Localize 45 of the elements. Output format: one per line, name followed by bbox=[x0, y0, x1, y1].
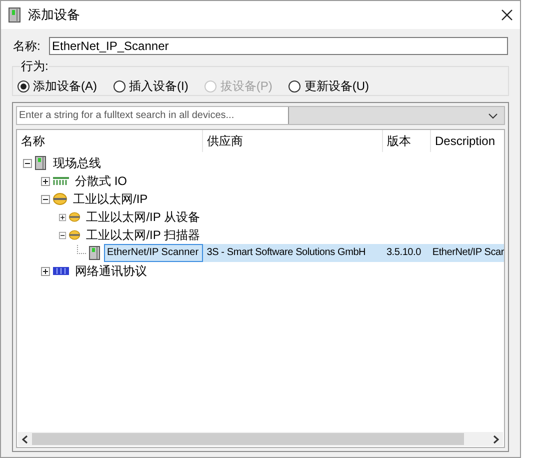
column-header[interactable]: 版本 bbox=[383, 130, 431, 152]
radio-button[interactable] bbox=[113, 80, 126, 92]
close-icon[interactable] bbox=[501, 9, 513, 21]
table-cell: 3.5.10.0 bbox=[386, 247, 421, 258]
tree-item[interactable]: 分散式 IO bbox=[72, 171, 130, 191]
horizontal-scrollbar[interactable] bbox=[18, 432, 503, 446]
expand-icon[interactable] bbox=[41, 176, 50, 186]
network-disc-icon bbox=[53, 193, 67, 205]
tree-item[interactable]: 现场总线 bbox=[50, 153, 104, 173]
table-cell: EtherNet/IP Scar bbox=[432, 247, 504, 258]
radio-option[interactable]: 更新设备(U) bbox=[288, 77, 369, 95]
window-title: 添加设备 bbox=[28, 6, 81, 24]
radio-button[interactable] bbox=[288, 80, 302, 92]
table-cell: 3S - Smart Software Solutions GmbH bbox=[206, 247, 366, 258]
column-header[interactable]: 名称 bbox=[17, 130, 203, 152]
radio-option[interactable]: 添加设备(A) bbox=[17, 77, 97, 95]
network-disc-icon bbox=[69, 211, 80, 223]
device-icon bbox=[35, 156, 47, 170]
network-bar-icon bbox=[53, 267, 69, 275]
scroll-left-icon[interactable] bbox=[22, 434, 28, 444]
expand-icon[interactable] bbox=[59, 212, 66, 222]
collapse-icon[interactable] bbox=[23, 158, 32, 168]
tree-item[interactable]: EtherNet/IP Scanner bbox=[104, 244, 203, 262]
io-module-icon bbox=[53, 177, 69, 185]
tree-item[interactable]: 工业以太网/IP 从设备 bbox=[83, 207, 203, 227]
name-field[interactable]: EtherNet_IP_Scanner bbox=[49, 37, 508, 55]
network-disc-icon bbox=[69, 229, 80, 241]
tree-item[interactable]: 工业以太网/IP bbox=[70, 189, 151, 209]
column-header[interactable]: Description bbox=[431, 130, 504, 152]
dropdown-caret-icon[interactable] bbox=[488, 112, 498, 118]
radio-option[interactable]: 插入设备(I) bbox=[113, 77, 188, 95]
column-header[interactable]: 供应商 bbox=[203, 130, 383, 152]
group-title: 行为: bbox=[20, 59, 50, 73]
tree-item[interactable]: 工业以太网/IP 扫描器 bbox=[83, 225, 203, 245]
collapse-icon[interactable] bbox=[41, 194, 50, 204]
scrollbar-thumb[interactable] bbox=[32, 433, 464, 445]
collapse-icon[interactable] bbox=[59, 230, 66, 240]
search-field[interactable]: Enter a string for a fulltext search in all devices... bbox=[17, 107, 289, 124]
name-label: 名称: bbox=[13, 38, 42, 55]
device-icon bbox=[8, 7, 22, 23]
tree-item[interactable]: 网络通讯协议 bbox=[72, 261, 150, 281]
expand-icon[interactable] bbox=[41, 266, 50, 276]
device-icon bbox=[89, 246, 101, 260]
radio-button[interactable] bbox=[17, 80, 30, 92]
scroll-right-icon[interactable] bbox=[493, 434, 499, 444]
